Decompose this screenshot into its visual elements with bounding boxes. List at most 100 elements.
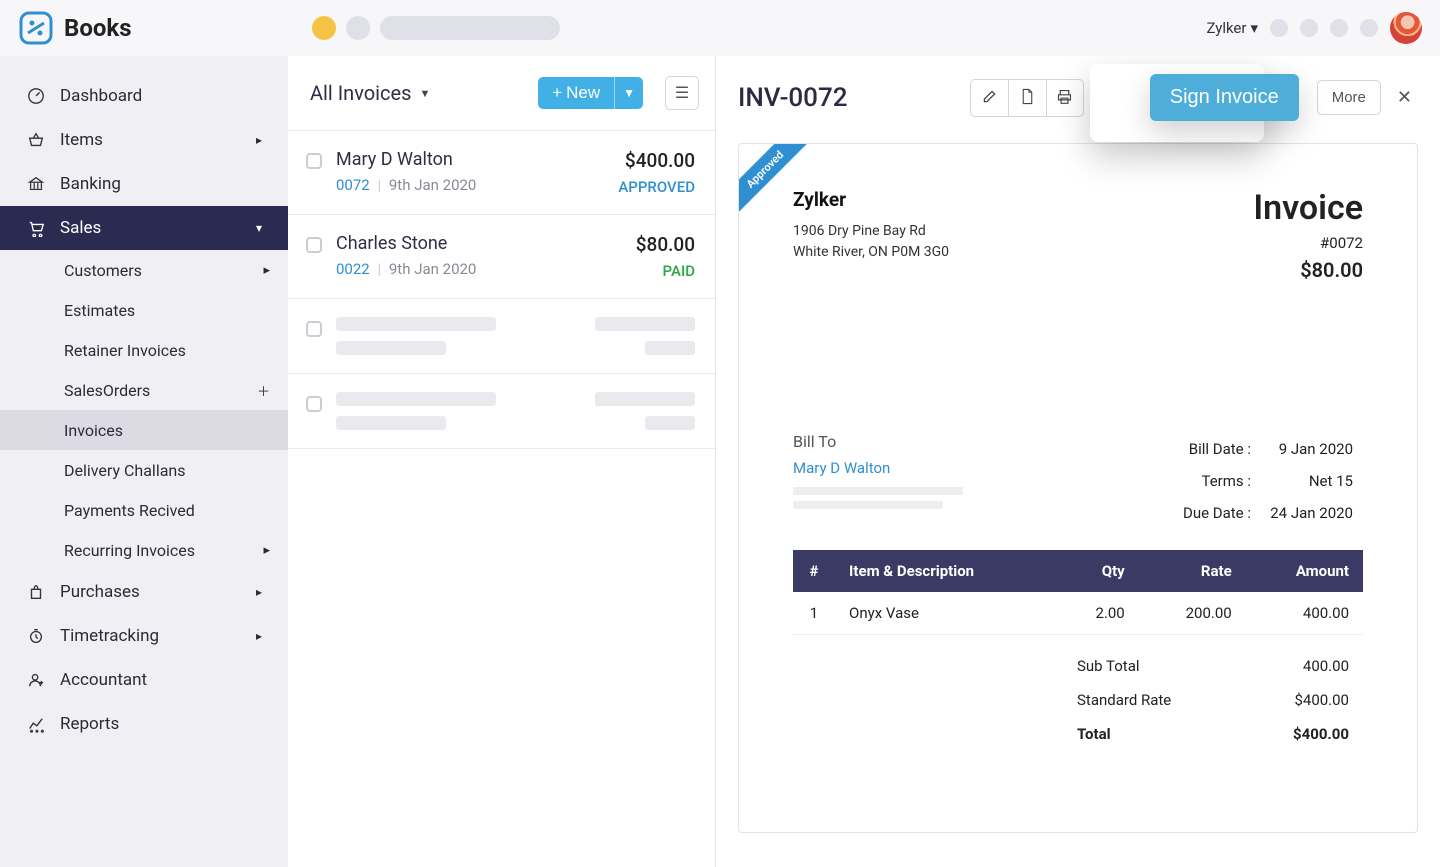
list-item[interactable]: Charles Stone 0022 | 9th Jan 2020 $80.00… [288,215,715,299]
avatar[interactable] [1390,12,1422,44]
plus-icon[interactable]: ＋ [257,381,270,400]
row-status: PAID [636,262,695,280]
chevron-right-icon: ▸ [263,543,270,558]
sidebar-sub-customers[interactable]: Customers ▸ [0,250,288,290]
chevron-right-icon: ▸ [256,585,262,599]
chevron-right-icon: ▸ [256,133,262,147]
list-options-button[interactable]: ☰ [665,76,699,110]
row-status: APPROVED [618,178,695,196]
cart-icon [26,218,46,238]
sidebar-sub-label: Delivery Challans [64,461,186,480]
row-amount: $400.00 [618,149,695,172]
sidebar-item-timetracking[interactable]: Timetracking ▸ [0,614,288,658]
bag-icon [26,582,46,602]
sidebar-item-purchases[interactable]: Purchases ▸ [0,570,288,614]
col-qty: Qty [1056,550,1139,592]
sidebar-item-reports[interactable]: Reports [0,702,288,746]
line-items-table: # Item & Description Qty Rate Amount 1 O… [793,550,1363,635]
sidebar-item-label: Purchases [60,582,140,602]
plus-icon: + [552,83,562,103]
sidebar-sub-recurring[interactable]: Recurring Invoices ▸ [0,530,288,570]
row-checkbox [306,396,322,412]
sidebar-item-label: Accountant [60,670,147,690]
list-item-skeleton [288,299,715,374]
sidebar: Dashboard Items ▸ Banking Sales ▾ Custom… [0,56,288,867]
list-filter-dropdown[interactable]: All Invoices ▼ [310,81,430,105]
sidebar-item-items[interactable]: Items ▸ [0,118,288,162]
sidebar-sub-invoices[interactable]: Invoices [0,410,288,450]
person-icon [26,670,46,690]
sidebar-sub-estimates[interactable]: Estimates [0,290,288,330]
new-button[interactable]: + New [538,77,614,109]
brand-label: Books [64,14,132,42]
top-dot [1330,19,1348,37]
close-button[interactable]: ✕ [1391,81,1418,114]
attach-button[interactable] [1094,79,1132,117]
sidebar-item-sales[interactable]: Sales ▾ [0,206,288,250]
clock-icon [26,626,46,646]
org-name: Zylker [1206,19,1246,37]
doc-meta: Bill Date :9 Jan 2020 Terms :Net 15 Due … [1173,432,1363,530]
row-amount: $80.00 [636,233,695,256]
bill-to-name[interactable]: Mary D Walton [793,459,963,477]
print-button[interactable] [1046,79,1084,117]
sidebar-item-accountant[interactable]: Accountant [0,658,288,702]
list-item[interactable]: Mary D Walton 0072 | 9th Jan 2020 $400.0… [288,131,715,215]
brand: Books [18,10,132,46]
file-icon [1020,88,1035,108]
sidebar-sub-label: Payments Recived [64,501,195,520]
edit-button[interactable] [970,79,1008,117]
sidebar-sub-payments[interactable]: Payments Recived [0,490,288,530]
doc-amount: $80.00 [1253,258,1363,282]
totals: Sub Total400.00 Standard Rate$400.00 Tot… [1063,649,1363,751]
doc-address-2: White River, ON P0M 3G0 [793,242,949,263]
sidebar-item-dashboard[interactable]: Dashboard [0,74,288,118]
invoice-list-panel: All Invoices ▼ + New ▼ ☰ Mary D Walton [288,56,716,867]
sidebar-item-banking[interactable]: Banking [0,162,288,206]
list-item-skeleton [288,374,715,449]
sign-invoice-button[interactable]: Sign Invoice [1150,74,1299,121]
list-title-label: All Invoices [310,81,411,105]
sidebar-item-label: Items [60,130,103,150]
sidebar-sub-retainer[interactable]: Retainer Invoices [0,330,288,370]
row-customer: Mary D Walton [336,149,604,170]
table-row: 1 Onyx Vase 2.00 200.00 400.00 [793,592,1363,635]
top-dot [1300,19,1318,37]
pdf-button[interactable] [1008,79,1046,117]
chart-icon [26,714,46,734]
row-checkbox[interactable] [306,237,322,253]
new-button-label: New [566,83,600,103]
row-checkbox[interactable] [306,153,322,169]
col-desc: Item & Description [835,550,1056,592]
chevron-right-icon: ▸ [263,263,270,278]
org-picker[interactable]: Zylker ▾ [1206,19,1258,37]
doc-header: Zylker 1906 Dry Pine Bay Rd White River,… [793,188,1363,282]
col-rate: Rate [1139,550,1246,592]
sidebar-item-label: Reports [60,714,119,734]
close-icon: ✕ [1397,87,1412,108]
sidebar-sub-label: Recurring Invoices [64,541,195,560]
top-dot [1270,19,1288,37]
sidebar-item-label: Dashboard [60,86,142,106]
chevron-down-icon: ▾ [256,221,262,235]
sidebar-sub-label: Estimates [64,301,135,320]
bill-to-label: Bill To [793,432,963,451]
sidebar-item-label: Banking [60,174,121,194]
new-button-dropdown[interactable]: ▼ [614,77,643,109]
sidebar-sub-delivery[interactable]: Delivery Challans [0,450,288,490]
row-number[interactable]: 0072 [336,176,370,194]
row-number[interactable]: 0022 [336,260,370,278]
sidebar-item-label: Timetracking [60,626,159,646]
list-header: All Invoices ▼ + New ▼ ☰ [288,56,715,130]
invoice-detail-panel: INV-0072 Sign Invoice More ✕ [716,56,1440,867]
more-button[interactable]: More [1317,80,1381,115]
sidebar-sub-label: Invoices [64,421,123,440]
invoice-document: Approved Zylker 1906 Dry Pine Bay Rd Whi… [738,143,1418,833]
detail-toolbar: INV-0072 Sign Invoice More ✕ [738,74,1418,121]
row-date: 9th Jan 2020 [389,260,476,278]
sidebar-sub-label: Customers [64,261,142,280]
chevron-down-icon: ▾ [1250,19,1258,37]
sidebar-sub-salesorders[interactable]: SalesOrders ＋ [0,370,288,410]
doc-mid: Bill To Mary D Walton Bill Date :9 Jan 2… [793,432,1363,530]
paperclip-icon [1106,87,1120,108]
